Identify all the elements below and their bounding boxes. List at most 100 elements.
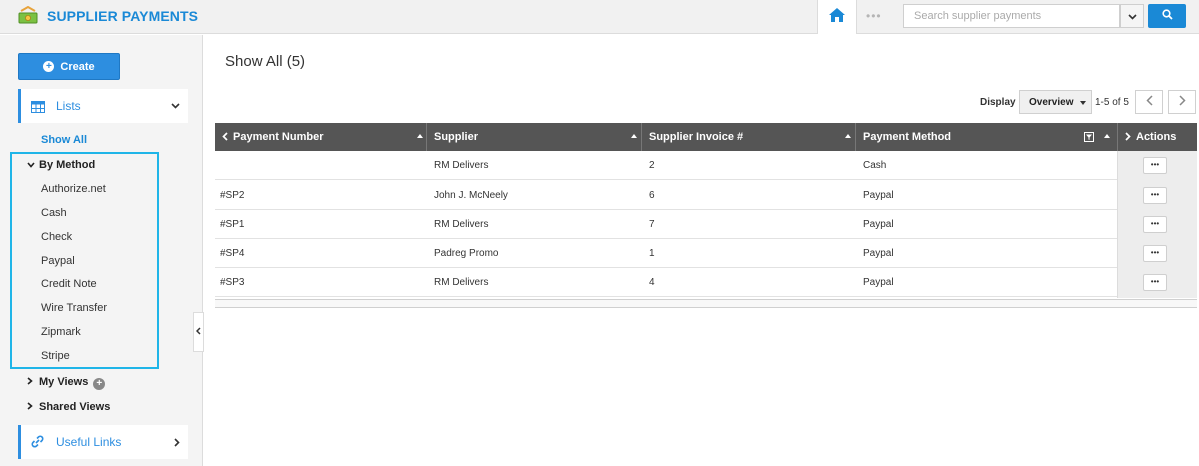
- chevron-left-icon: [195, 326, 201, 338]
- display-label: Display: [980, 97, 1016, 108]
- method-stripe[interactable]: Stripe: [41, 350, 70, 362]
- cell-supplier: RM Delivers: [434, 160, 489, 171]
- chevron-right-icon: [1125, 132, 1131, 144]
- sidebar: + Create Lists Show All By Method Author…: [0, 35, 203, 466]
- filter-icon[interactable]: [1084, 132, 1094, 145]
- cell-invoice: 2: [649, 160, 655, 171]
- lists-panel[interactable]: Lists: [18, 89, 188, 123]
- cell-invoice: 6: [649, 190, 655, 201]
- table-row[interactable]: RM Delivers 2 Cash: [215, 151, 1197, 180]
- table-row[interactable]: #SP2 John J. McNeely 6 Paypal: [215, 181, 1197, 210]
- table-row[interactable]: #SP1 RM Delivers 7 Paypal: [215, 210, 1197, 239]
- method-credit-note[interactable]: Credit Note: [41, 278, 97, 290]
- cell-supplier: RM Delivers: [434, 219, 489, 230]
- table-header: Payment Number Supplier Supplier Invoice…: [215, 123, 1197, 151]
- method-authorize-net[interactable]: Authorize.net: [41, 183, 106, 195]
- lists-label: Lists: [56, 99, 81, 113]
- sidebar-collapse-handle[interactable]: [193, 312, 204, 352]
- row-actions-button[interactable]: •••: [1143, 274, 1167, 291]
- chevron-right-icon: [27, 377, 39, 387]
- useful-links-panel[interactable]: Useful Links: [18, 425, 188, 459]
- row-actions-button[interactable]: •••: [1143, 157, 1167, 174]
- table-row[interactable]: #SP4 Padreg Promo 1 Paypal: [215, 239, 1197, 268]
- cell-supplier: Padreg Promo: [434, 248, 499, 259]
- search-button[interactable]: [1148, 4, 1186, 28]
- search-dropdown-button[interactable]: [1120, 4, 1144, 28]
- cell-supplier: RM Delivers: [434, 277, 489, 288]
- method-paypal[interactable]: Paypal: [41, 255, 75, 267]
- cell-supplier: John J. McNeely: [434, 190, 508, 201]
- search-icon: [1161, 7, 1173, 25]
- cell-payment-number: #SP1: [220, 219, 245, 230]
- cell-method: Cash: [863, 160, 887, 171]
- row-actions-button[interactable]: •••: [1143, 216, 1167, 233]
- more-dots-icon[interactable]: •••: [866, 9, 882, 23]
- chevron-right-icon: [27, 402, 39, 412]
- shared-views-toggle[interactable]: Shared Views: [27, 401, 110, 413]
- chevron-left-icon: [1145, 95, 1153, 109]
- sort-asc-icon: [417, 134, 423, 138]
- by-method-toggle[interactable]: By Method: [27, 159, 95, 171]
- top-bar: SUPPLIER PAYMENTS ••• Search supplier pa…: [0, 0, 1199, 34]
- chevron-right-icon: [1178, 95, 1186, 109]
- method-wire-transfer[interactable]: Wire Transfer: [41, 302, 107, 314]
- column-payment-method[interactable]: Payment Method: [856, 123, 1118, 151]
- useful-links-label: Useful Links: [56, 435, 122, 449]
- cell-invoice: 4: [649, 277, 655, 288]
- show-all-link[interactable]: Show All: [41, 134, 87, 146]
- caret-down-icon: [1080, 101, 1086, 105]
- app-title: SUPPLIER PAYMENTS: [47, 8, 199, 24]
- cell-invoice: 1: [649, 248, 655, 259]
- create-label: Create: [60, 60, 95, 73]
- prev-page-button[interactable]: [1135, 90, 1163, 114]
- pager-text: 1-5 of 5: [1095, 97, 1129, 108]
- cell-payment-number: #SP2: [220, 190, 245, 201]
- horizontal-scrollbar[interactable]: [215, 299, 1197, 308]
- method-cash[interactable]: Cash: [41, 207, 67, 219]
- home-icon: [828, 7, 846, 28]
- cell-method: Paypal: [863, 190, 894, 201]
- column-label: Actions: [1136, 131, 1177, 143]
- chevron-down-icon: [1127, 7, 1137, 25]
- method-zipmark[interactable]: Zipmark: [41, 326, 81, 338]
- chevron-down-icon: [27, 160, 39, 170]
- by-method-label: By Method: [39, 159, 96, 171]
- page-title: Show All (5): [225, 53, 306, 70]
- column-label: Payment Method: [863, 131, 952, 143]
- add-view-icon[interactable]: +: [93, 378, 106, 390]
- cell-invoice: 7: [649, 219, 655, 230]
- column-label: Payment Number: [233, 131, 324, 143]
- display-value: Overview: [1029, 97, 1074, 108]
- money-hand-icon: [17, 5, 39, 26]
- row-actions-button[interactable]: •••: [1143, 245, 1167, 262]
- search-input[interactable]: Search supplier payments: [903, 4, 1120, 28]
- column-supplier[interactable]: Supplier: [427, 123, 642, 151]
- cell-method: Paypal: [863, 219, 894, 230]
- method-check[interactable]: Check: [41, 231, 72, 243]
- chevron-down-icon: [171, 101, 180, 112]
- cell-payment-number: #SP4: [220, 248, 245, 259]
- cell-method: Paypal: [863, 277, 894, 288]
- display-select[interactable]: Overview: [1019, 90, 1092, 114]
- column-payment-number[interactable]: Payment Number: [215, 123, 427, 151]
- shared-views-label: Shared Views: [39, 401, 111, 413]
- home-button[interactable]: [817, 0, 857, 34]
- cell-payment-number: #SP3: [220, 277, 245, 288]
- column-supplier-invoice[interactable]: Supplier Invoice #: [642, 123, 856, 151]
- create-button[interactable]: + Create: [18, 53, 120, 80]
- next-page-button[interactable]: [1168, 90, 1196, 114]
- sort-asc-icon: [631, 134, 637, 138]
- column-label: Supplier: [434, 131, 479, 143]
- sort-asc-icon: [1104, 134, 1110, 138]
- my-views-label: My Views: [39, 376, 89, 388]
- row-actions-button[interactable]: •••: [1143, 187, 1167, 204]
- sort-asc-icon: [845, 134, 851, 138]
- cell-method: Paypal: [863, 248, 894, 259]
- table-row[interactable]: #SP3 RM Delivers 4 Paypal: [215, 268, 1197, 297]
- link-icon: [31, 435, 44, 453]
- my-views-toggle[interactable]: My Views +: [27, 376, 106, 390]
- table-icon: [31, 100, 45, 118]
- column-actions[interactable]: Actions: [1118, 123, 1197, 151]
- column-label: Supplier Invoice #: [649, 131, 744, 143]
- chevron-right-icon: [174, 436, 180, 450]
